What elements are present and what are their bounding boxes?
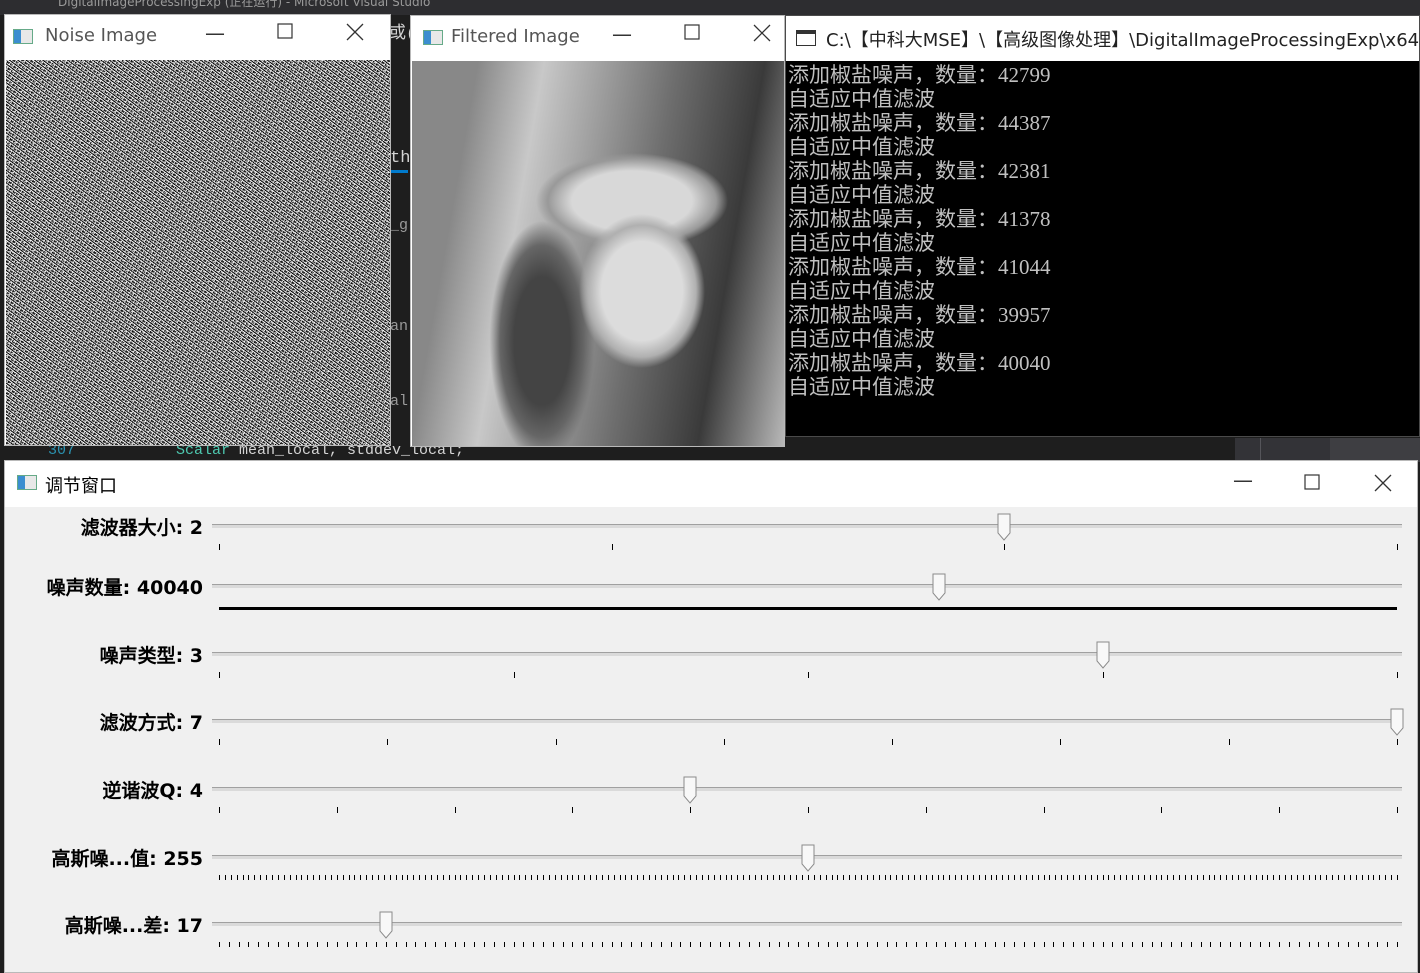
filtered-image [412,61,784,446]
minimize-icon[interactable]: — [1228,468,1258,498]
window-title: C:\【中科大MSE】\【高级图像处理】\DigitalImageProcess… [826,30,1420,51]
trackbar-ticks [219,607,1397,610]
vs-code-fragment: an [390,318,409,335]
trackbar-row: 高斯噪...值: 255 [5,844,1417,911]
vs-code-fragment: th [390,149,411,168]
close-icon[interactable] [1373,474,1393,494]
trackbar-track[interactable] [212,652,1402,656]
trackbar-ticks [219,544,1398,550]
vs-titlebar: DigitalImageProcessingExp (正在运行) - Micro… [0,0,1420,15]
window-titlebar[interactable]: C:\【中科大MSE】\【高级图像处理】\DigitalImageProcess… [786,16,1419,61]
console-line: 自适应中值滤波 [788,231,935,255]
trackbar-label: 逆谐波Q: 4 [102,780,203,802]
window-title: 调节窗口 [45,476,117,497]
trackbar-track[interactable] [212,524,1402,528]
console-line: 添加椒盐噪声，数量：39957 [788,303,1051,327]
console-line: 添加椒盐噪声，数量：42799 [788,63,1051,87]
trackbar-ticks [219,739,1398,745]
maximize-icon[interactable] [1302,474,1322,494]
filtered-image-window[interactable]: Filtered Image — [410,15,785,447]
window-titlebar[interactable]: Noise Image — [5,15,390,60]
console-line: 添加椒盐噪声，数量：44387 [788,111,1051,135]
trackbar-row: 噪声数量: 40040 [5,573,1417,640]
window-titlebar[interactable]: Filtered Image — [411,16,784,61]
trackbar-thumb[interactable] [801,844,815,872]
trackbar-track[interactable] [212,719,1402,723]
window-title: Noise Image [45,25,158,46]
trackbar-row: 滤波器大小: 2 [5,513,1417,580]
trackbar-row: 逆谐波Q: 4 [5,776,1417,843]
console-icon [796,30,816,46]
console-line: 添加椒盐噪声，数量：42381 [788,159,1051,183]
trackbar-track[interactable] [212,787,1402,791]
control-window[interactable]: 调节窗口 — 滤波器大小: 2 噪声数量: 40040 噪声类型: 3 滤波方式: 7… [4,460,1418,973]
maximize-icon[interactable] [270,23,300,53]
noise-image-window[interactable]: Noise Image — [4,14,391,446]
console-line: 自适应中值滤波 [788,135,935,159]
trackbar-ticks [219,807,1398,813]
trackbar-thumb[interactable] [997,513,1011,541]
noise-image [6,60,390,445]
opencv-window-icon [13,29,33,44]
console-line: 自适应中值滤波 [788,279,935,303]
vs-code-fragment: al [390,393,409,410]
window-title: Filtered Image [451,26,580,47]
console-line: 添加椒盐噪声，数量：40040 [788,351,1051,375]
trackbar-thumb[interactable] [683,776,697,804]
console-line: 添加椒盐噪声，数量：41378 [788,207,1051,231]
trackbar-label: 高斯噪...差: 17 [64,915,203,937]
trackbar-ticks [219,672,1398,678]
console-line: 添加椒盐噪声，数量：41044 [788,255,1051,279]
window-titlebar[interactable]: 调节窗口 — [5,461,1417,507]
vs-tab-indicator [390,170,408,173]
trackbar-thumb[interactable] [1096,641,1109,669]
close-icon[interactable] [747,24,777,54]
trackbar-label: 高斯噪...值: 255 [51,848,203,870]
vs-scroll-area [1235,438,1420,462]
opencv-window-icon [17,475,37,490]
minimize-icon[interactable]: — [607,22,637,52]
trackbar-thumb[interactable] [932,573,946,601]
trackbar-row: 噪声类型: 3 [5,641,1417,708]
trackbar-row: 高斯噪...差: 17 [5,911,1417,972]
console-output[interactable]: 添加椒盐噪声，数量：42799 自适应中值滤波 添加椒盐噪声，数量：44387 自适应… [786,61,1419,436]
trackbar-thumb[interactable] [379,911,393,939]
trackbar-label: 滤波方式: 7 [99,712,203,734]
vs-title: DigitalImageProcessingExp (正在运行) - Micro… [58,0,431,9]
console-line: 自适应中值滤波 [788,87,935,111]
console-line: 自适应中值滤波 [788,375,935,399]
trackbar-label: 噪声数量: 40040 [46,577,203,599]
maximize-icon[interactable] [677,24,707,54]
trackbar-track[interactable] [212,584,1402,588]
vs-code-fragment: _g [390,217,409,234]
console-line: 自适应中值滤波 [788,327,935,351]
minimize-icon[interactable]: — [200,21,230,51]
trackbar-ticks [219,875,1398,881]
trackbar-row: 滤波方式: 7 [5,708,1417,775]
close-icon[interactable] [340,23,370,53]
trackbar-label: 噪声类型: 3 [99,645,203,667]
trackbar-ticks [219,942,1398,948]
console-line: 自适应中值滤波 [788,183,935,207]
console-window[interactable]: C:\【中科大MSE】\【高级图像处理】\DigitalImageProcess… [785,15,1420,437]
trackbar-label: 滤波器大小: 2 [80,517,203,539]
trackbar-thumb[interactable] [1390,708,1404,736]
opencv-window-icon [423,30,443,45]
